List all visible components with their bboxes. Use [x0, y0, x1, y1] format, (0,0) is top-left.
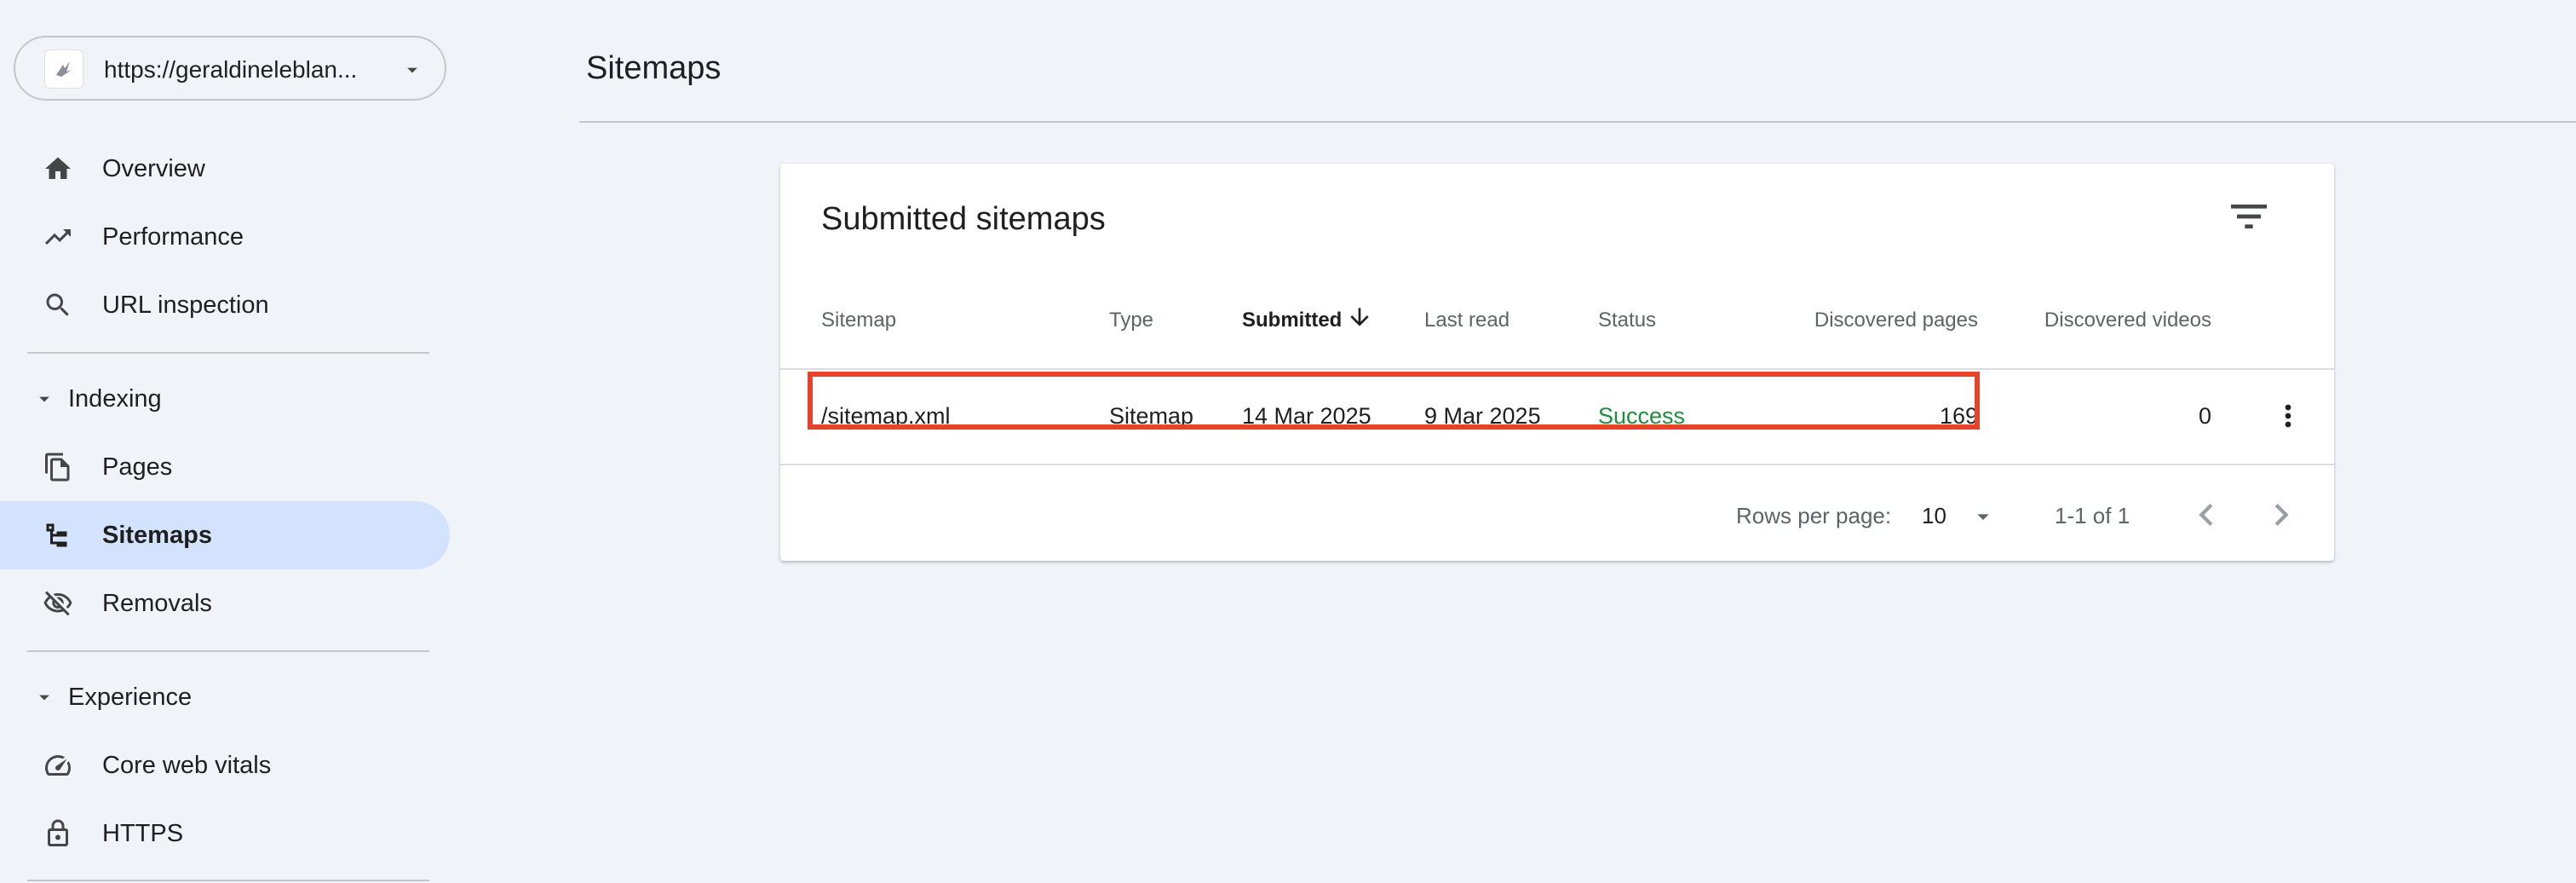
filter-icon[interactable] — [2225, 193, 2273, 240]
column-header-submitted[interactable]: Submitted — [1242, 307, 1342, 334]
sidebar-item-label: Overview — [102, 155, 205, 182]
chevron-down-icon[interactable] — [1969, 503, 1997, 530]
section-label: Experience — [68, 684, 193, 711]
sidebar-item-label: Removals — [102, 590, 212, 617]
table-divider — [780, 464, 2334, 465]
property-url: https://geraldineleblan... — [104, 56, 358, 83]
sidebar-item-pages[interactable]: Pages — [0, 433, 450, 501]
pages-icon — [45, 453, 70, 482]
cell-submitted: 14 Mar 2025 — [1242, 403, 1371, 429]
cell-discovered-pages: 169 — [1939, 403, 1978, 429]
sidebar-item-overview[interactable]: Overview — [0, 135, 450, 203]
speed-gauge-icon — [45, 755, 71, 776]
caret-down-icon — [39, 396, 49, 402]
pagination-range: 1-1 of 1 — [2055, 503, 2130, 528]
more-vert-icon[interactable] — [2271, 397, 2305, 435]
sidebar-item-performance[interactable]: Performance — [0, 203, 450, 271]
sidebar-item-sitemaps[interactable]: Sitemaps — [0, 501, 450, 569]
sidebar-divider — [27, 352, 429, 354]
visibility-off-icon — [43, 591, 72, 616]
lock-icon — [48, 819, 68, 846]
sidebar-item-removals[interactable]: Removals — [0, 569, 450, 638]
column-header-discovered-videos[interactable]: Discovered videos — [2024, 307, 2211, 334]
sidebar-divider — [27, 880, 429, 881]
cell-last-read: 9 Mar 2025 — [1424, 403, 1541, 429]
chevron-left-icon[interactable] — [2184, 493, 2228, 537]
chevron-down-icon[interactable] — [400, 58, 424, 82]
header-divider — [579, 121, 2576, 123]
sidebar-item-https[interactable]: HTTPS — [0, 799, 450, 868]
sidebar-item-label: HTTPS — [102, 820, 184, 847]
page-title: Sitemaps — [586, 50, 722, 86]
card-title: Submitted sitemaps — [821, 201, 1106, 237]
sidebar-item-label: Pages — [102, 453, 173, 481]
sidebar-item-label: Core web vitals — [102, 752, 272, 779]
rows-per-page-select[interactable]: 10 — [1922, 501, 1946, 530]
property-favicon-icon — [44, 49, 83, 89]
sidebar-divider — [27, 650, 429, 652]
caret-down-icon — [39, 695, 49, 701]
table-row[interactable]: /sitemap.xml Sitemap 14 Mar 2025 9 Mar 2… — [780, 370, 2334, 464]
rows-per-page-label: Rows per page: — [1736, 503, 1892, 528]
sidebar-item-label: Sitemaps — [102, 522, 212, 549]
cell-type: Sitemap — [1109, 403, 1194, 429]
cell-sitemap: /sitemap.xml — [821, 403, 951, 429]
cell-status: Success — [1598, 403, 1686, 429]
sidebar: https://geraldineleblan... Overview Perf… — [0, 0, 451, 883]
property-selector[interactable]: https://geraldineleblan... — [14, 36, 446, 101]
column-header-last-read[interactable]: Last read — [1424, 307, 1509, 334]
column-header-sitemap[interactable]: Sitemap — [821, 307, 896, 334]
column-header-discovered-pages[interactable]: Discovered pages — [1794, 307, 1978, 334]
section-label: Indexing — [68, 385, 162, 413]
search-icon — [46, 293, 69, 316]
sidebar-item-core-web-vitals[interactable]: Core web vitals — [0, 731, 450, 799]
cell-discovered-videos: 0 — [2198, 403, 2211, 429]
home-icon — [45, 157, 71, 179]
sidebar-section-indexing[interactable]: Indexing — [0, 368, 450, 430]
column-header-status[interactable]: Status — [1598, 307, 1656, 334]
submitted-sitemaps-card: Submitted sitemaps Sitemap Type Submitte… — [780, 164, 2334, 561]
sidebar-section-experience[interactable]: Experience — [0, 667, 450, 728]
sidebar-item-label: Performance — [102, 223, 244, 251]
sitemap-icon — [46, 523, 67, 547]
sidebar-item-url-inspection[interactable]: URL inspection — [0, 271, 450, 339]
sidebar-item-label: URL inspection — [102, 291, 269, 319]
column-header-type[interactable]: Type — [1109, 307, 1153, 334]
arrow-down-icon[interactable] — [1346, 303, 1373, 331]
trending-up-icon — [45, 229, 71, 245]
chevron-right-icon[interactable] — [2259, 493, 2303, 537]
